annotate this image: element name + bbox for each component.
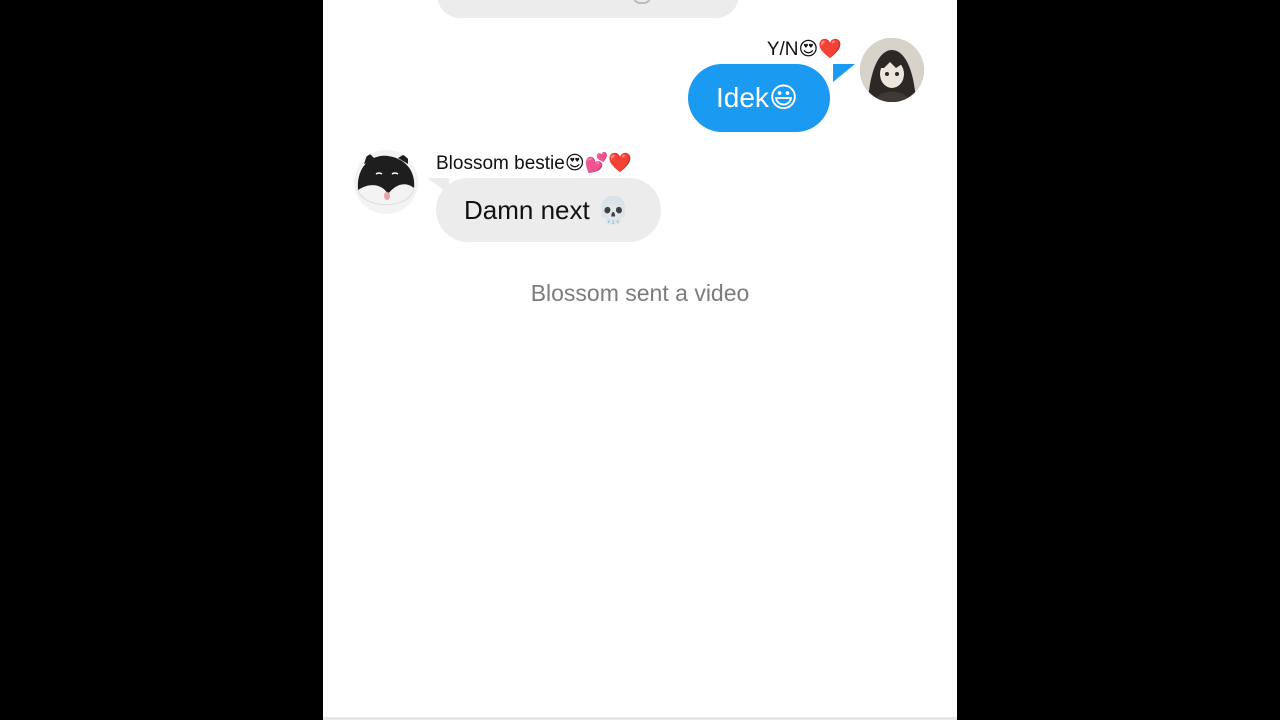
outgoing-message-bubble[interactable]: Idek😃	[688, 64, 831, 132]
previous-message-text-fragment	[633, 0, 651, 4]
chat-screen: Y/N😍❤️ Idek😃 Blossom bestie😍💕❤️ Damn nex…	[323, 0, 957, 720]
outgoing-bubble-tail	[833, 64, 855, 82]
previous-message-bubble	[437, 0, 739, 18]
incoming-sender-name: Blossom bestie😍💕❤️	[436, 153, 632, 174]
video-frame: Y/N😍❤️ Idek😃 Blossom bestie😍💕❤️ Damn nex…	[0, 0, 1280, 720]
my-avatar-icon[interactable]	[860, 38, 924, 102]
bestie-avatar-icon[interactable]	[354, 150, 418, 214]
incoming-message-bubble[interactable]: Damn next 💀	[436, 178, 662, 242]
video-sent-notice: Blossom sent a video	[530, 280, 750, 306]
outgoing-sender-name: Y/N😍❤️	[766, 39, 842, 60]
